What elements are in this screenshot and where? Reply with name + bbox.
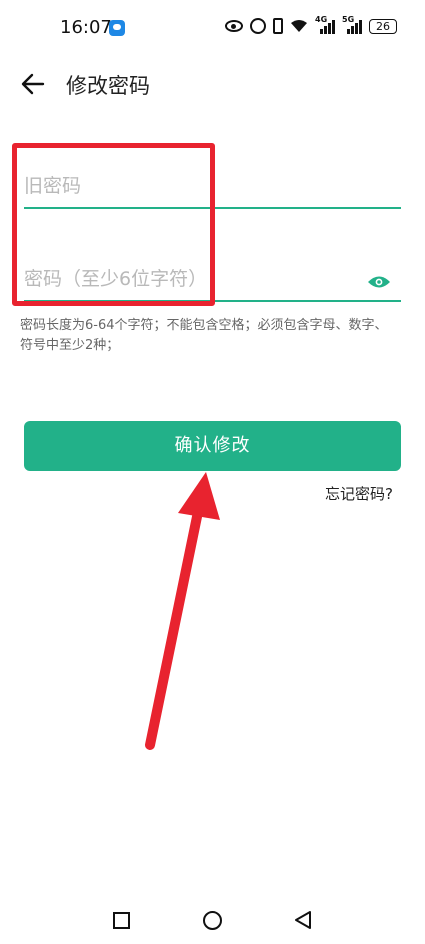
status-icons: 4G 5G 26 <box>225 15 397 34</box>
old-password-field <box>24 150 401 209</box>
page-header: 修改密码 <box>0 58 425 110</box>
square-icon[interactable] <box>113 912 130 929</box>
page-title: 修改密码 <box>66 74 150 98</box>
status-time: 16:07 <box>60 17 112 38</box>
system-nav-bar <box>0 896 425 944</box>
signal-4g-icon: 4G <box>315 15 335 34</box>
vibrate-icon <box>273 18 283 34</box>
status-bar: 16:07 4G 5G 26 <box>0 0 425 58</box>
signal-5g-icon: 5G <box>342 15 362 34</box>
annotation-arrow <box>145 472 220 750</box>
alarm-icon <box>250 18 266 34</box>
battery-indicator: 26 <box>369 18 397 34</box>
confirm-change-button[interactable]: 确认修改 <box>24 421 401 471</box>
message-notification-icon <box>109 20 125 36</box>
new-password-field <box>24 242 401 302</box>
eye-icon[interactable] <box>367 274 391 290</box>
eye-comfort-icon <box>225 20 243 32</box>
circle-icon[interactable] <box>203 911 222 930</box>
arrow-left-icon[interactable] <box>20 72 46 96</box>
old-password-input[interactable] <box>24 175 354 197</box>
triangle-back-icon[interactable] <box>293 910 313 930</box>
new-password-input[interactable] <box>24 268 354 290</box>
forgot-password-link[interactable]: 忘记密码? <box>325 483 393 504</box>
password-requirements-hint: 密码长度为6-64个字符；不能包含空格；必须包含字母、数字、符号中至少2种； <box>20 318 388 353</box>
wifi-icon <box>291 20 307 32</box>
